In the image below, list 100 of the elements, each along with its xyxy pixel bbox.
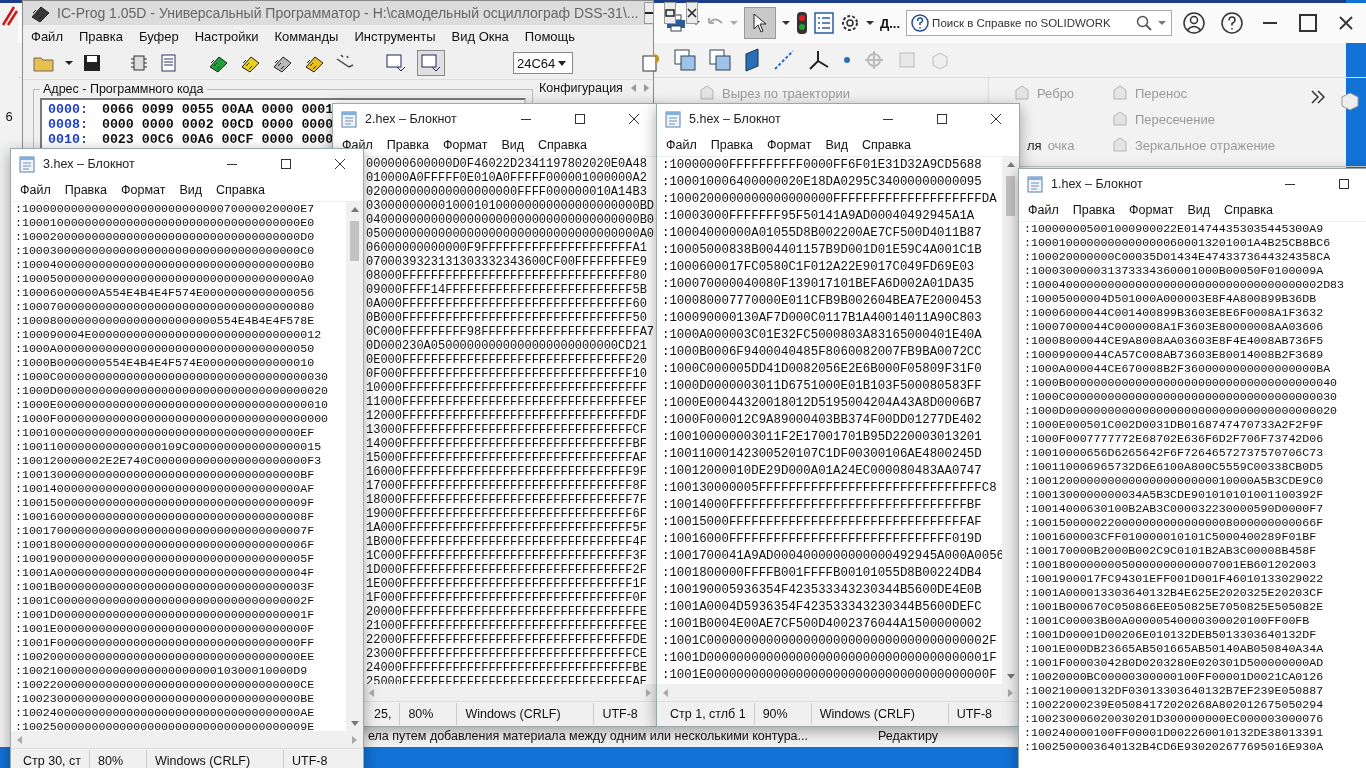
- search-field[interactable]: Поиск в Справке по SOLIDWORK: [906, 10, 1173, 36]
- horizontal-scrollbar[interactable]: [11, 731, 363, 748]
- close-button[interactable]: [686, 2, 699, 24]
- window-arrow-icon[interactable]: [385, 53, 407, 73]
- point-icon[interactable]: [843, 56, 851, 64]
- hex-line: 13000FFFFFFFFFFFFFFFFFFFFFFFFFFFFFFFFCF: [366, 423, 648, 437]
- expand-icon[interactable]: [1311, 90, 1325, 104]
- hex-line: :100010006400000020E18DA0295C34000000000095: [662, 174, 983, 191]
- select-button[interactable]: [744, 7, 776, 39]
- window-title: 3.hex – Блокнот: [43, 157, 136, 171]
- hex-line: 1E000FFFFFFFFFFFFFFFFFFFFFFFFFFFFFFFF1F: [366, 577, 648, 591]
- box-icon[interactable]: [1339, 90, 1361, 112]
- axis-line-icon[interactable]: [773, 49, 795, 71]
- coordinate-system-icon[interactable]: [808, 49, 830, 71]
- menu-item[interactable]: Формат: [113, 183, 173, 197]
- status-field: Windows (CRLF): [146, 750, 283, 768]
- hex-line: :100090004E000000000000000000000000000000012: [15, 328, 323, 342]
- plane-icon[interactable]: [744, 48, 760, 72]
- menu-item[interactable]: Вид: [818, 138, 855, 152]
- caret-icon[interactable]: [65, 60, 73, 66]
- hex-line: :1000E00044320018012D5195004204A43A8D0006B7: [662, 395, 983, 412]
- menu-item[interactable]: Вид: [172, 183, 209, 197]
- list-icon[interactable]: [814, 12, 834, 34]
- menu-item[interactable]: Правка: [1065, 203, 1122, 217]
- hex-line: :100210000000000000000000000010300010000D9: [15, 664, 309, 678]
- menu-item[interactable]: Формат: [435, 138, 495, 152]
- hex-line: 1F000FFFFFFFFFFFFFFFFFFFFFFFFFFFFFFFF0F: [366, 591, 648, 605]
- menu-item[interactable]: Настройки: [186, 28, 267, 44]
- hex-line: 0C000FFFFFFFFF98FFFFFFFFFFFFFFFFFFFFFFA7: [366, 325, 656, 339]
- menu-item[interactable]: Файл: [659, 138, 704, 152]
- menu-item[interactable]: Правка: [703, 138, 760, 152]
- folder-icon[interactable]: [33, 54, 55, 72]
- menu-item[interactable]: Вид Окна: [443, 28, 517, 44]
- menu-item[interactable]: Файл: [13, 183, 58, 197]
- hex-line: :10017000000000000000000000000000000000007F: [15, 524, 316, 538]
- menu-item[interactable]: Формат: [1121, 203, 1181, 217]
- hex-line: :1001A0004D5936354F423533343230344B5600DEFC: [662, 599, 983, 616]
- gear-icon[interactable]: [840, 13, 860, 33]
- hex-line: :10015000000000000000000000000000000000009F: [15, 496, 316, 510]
- minimize-button[interactable]: [644, 2, 655, 24]
- menu-item[interactable]: Буфер: [130, 28, 187, 44]
- search-icon[interactable]: [1136, 15, 1153, 31]
- menu-item[interactable]: Вид: [1180, 203, 1217, 217]
- menu-item[interactable]: Справка: [531, 138, 595, 152]
- hex-line: :1000C000005DD41D0082056E2E6B000F05809F31F0: [662, 361, 983, 378]
- menu-item[interactable]: Справка: [855, 138, 919, 152]
- hex-line: :10016000000000000000000000000000000000008F: [15, 510, 316, 524]
- restore-button[interactable]: [664, 2, 677, 24]
- device-dropdown[interactable]: 24C64: [513, 52, 574, 74]
- horizontal-scrollbar[interactable]: [363, 684, 657, 701]
- hex-line: :1001E000DB23665AB501665AB50140AB050840A34A: [1024, 642, 1325, 656]
- floppy-icon[interactable]: [83, 54, 101, 72]
- window-copy-icon[interactable]: [674, 49, 696, 71]
- vertical-scrollbar[interactable]: [346, 202, 363, 731]
- menu-item[interactable]: Правка: [57, 183, 114, 197]
- hex-line: 05000000000000000000000000000000000000A0: [366, 227, 656, 241]
- overflow-label[interactable]: Д...: [880, 15, 901, 31]
- caret-icon[interactable]: [866, 20, 874, 26]
- window-copy-icon[interactable]: [709, 49, 731, 71]
- hex-line: :1001B000000000000000000000000000000000003F: [15, 580, 316, 594]
- menu-item[interactable]: Файл: [1021, 203, 1066, 217]
- menu-item[interactable]: Вид: [494, 138, 531, 152]
- hex-line: :1000B0000000554E4B4E4F574E0000000000000010: [15, 356, 316, 370]
- status-field: Windows (CRLF): [810, 703, 948, 725]
- menu-item[interactable]: Файл: [23, 28, 71, 44]
- menu-item[interactable]: Справка: [209, 183, 273, 197]
- traffic-light-icon[interactable]: [796, 11, 808, 35]
- horizontal-scrollbar[interactable]: [657, 684, 1019, 701]
- menu-item[interactable]: Помощь: [516, 28, 584, 44]
- hex-line: 1A000FFFFFFFFFFFFFFFFFFFFFFFFFFFFFFFF5F: [366, 521, 648, 535]
- menu-item[interactable]: Формат: [759, 138, 819, 152]
- hex-line: :1002500003640132B4CD6E930202677695016E930A: [1024, 740, 1325, 754]
- hex-line: 14000FFFFFFFFFFFFFFFFFFFFFFFFFFFFFFFFBF: [366, 437, 648, 451]
- feature-label[interactable]: ля: [1027, 137, 1042, 153]
- menu-item[interactable]: Справка: [1217, 203, 1281, 217]
- menu-item[interactable]: Инструменты: [346, 28, 444, 44]
- menu-item[interactable]: Правка: [70, 28, 131, 44]
- status-field: UTF-8: [947, 703, 1001, 725]
- caret-icon[interactable]: [782, 20, 790, 26]
- status-field: 80%: [399, 703, 457, 725]
- address-label: 0008:: [48, 117, 88, 132]
- hex-line: :10003000FFFFFFF95F50141A9AD00040492945A1A: [662, 208, 976, 225]
- hex-line: :1001600003CFF010000010101C5000400289F01BF: [1024, 530, 1318, 544]
- menu-item[interactable]: Правка: [379, 138, 436, 152]
- hex-line: 19000FFFFFFFFFFFFFFFFFFFFFFFFFFFFFFFF6F: [366, 507, 648, 521]
- panel-label: 6: [5, 109, 13, 124]
- document-icon[interactable]: [159, 53, 179, 73]
- hex-line: :10005000004D501000A000003E8F4A800899B36DB: [1024, 292, 1318, 306]
- toggle-button[interactable]: [417, 50, 445, 76]
- hex-line: 10000FFFFFFFFFFFFFFFFFFFFFFFFFFFFFFFFFF: [366, 381, 648, 395]
- hex-line: 21000FFFFFFFFFFFFFFFFFFFFFFFFFFFFFFFFEE: [366, 619, 648, 633]
- hex-line: :1000D0000003011D6751000E01B103F500080583FF: [662, 378, 983, 395]
- menu-item[interactable]: Комманды: [266, 28, 347, 44]
- hex-line: :10016000FFFFFFFFFFFFFFFFFFFFFFFFFFFFFF019D: [662, 531, 983, 548]
- hex-line: :1000A0000000000000000000000000000000000050: [15, 342, 316, 356]
- chip-read-icon[interactable]: [129, 53, 149, 73]
- hex-line: :1000D000000000000000000000000000000000000020: [1024, 404, 1339, 418]
- hex-line: :100100000003011F2E17001701B95D220003013201: [662, 429, 983, 446]
- hex-line: :1001D00001D00206E010132DEB5013303640132DF: [1024, 628, 1318, 642]
- hex-line: 22000FFFFFFFFFFFFFFFFFFFFFFFFFFFFFFFFDE: [366, 633, 648, 647]
